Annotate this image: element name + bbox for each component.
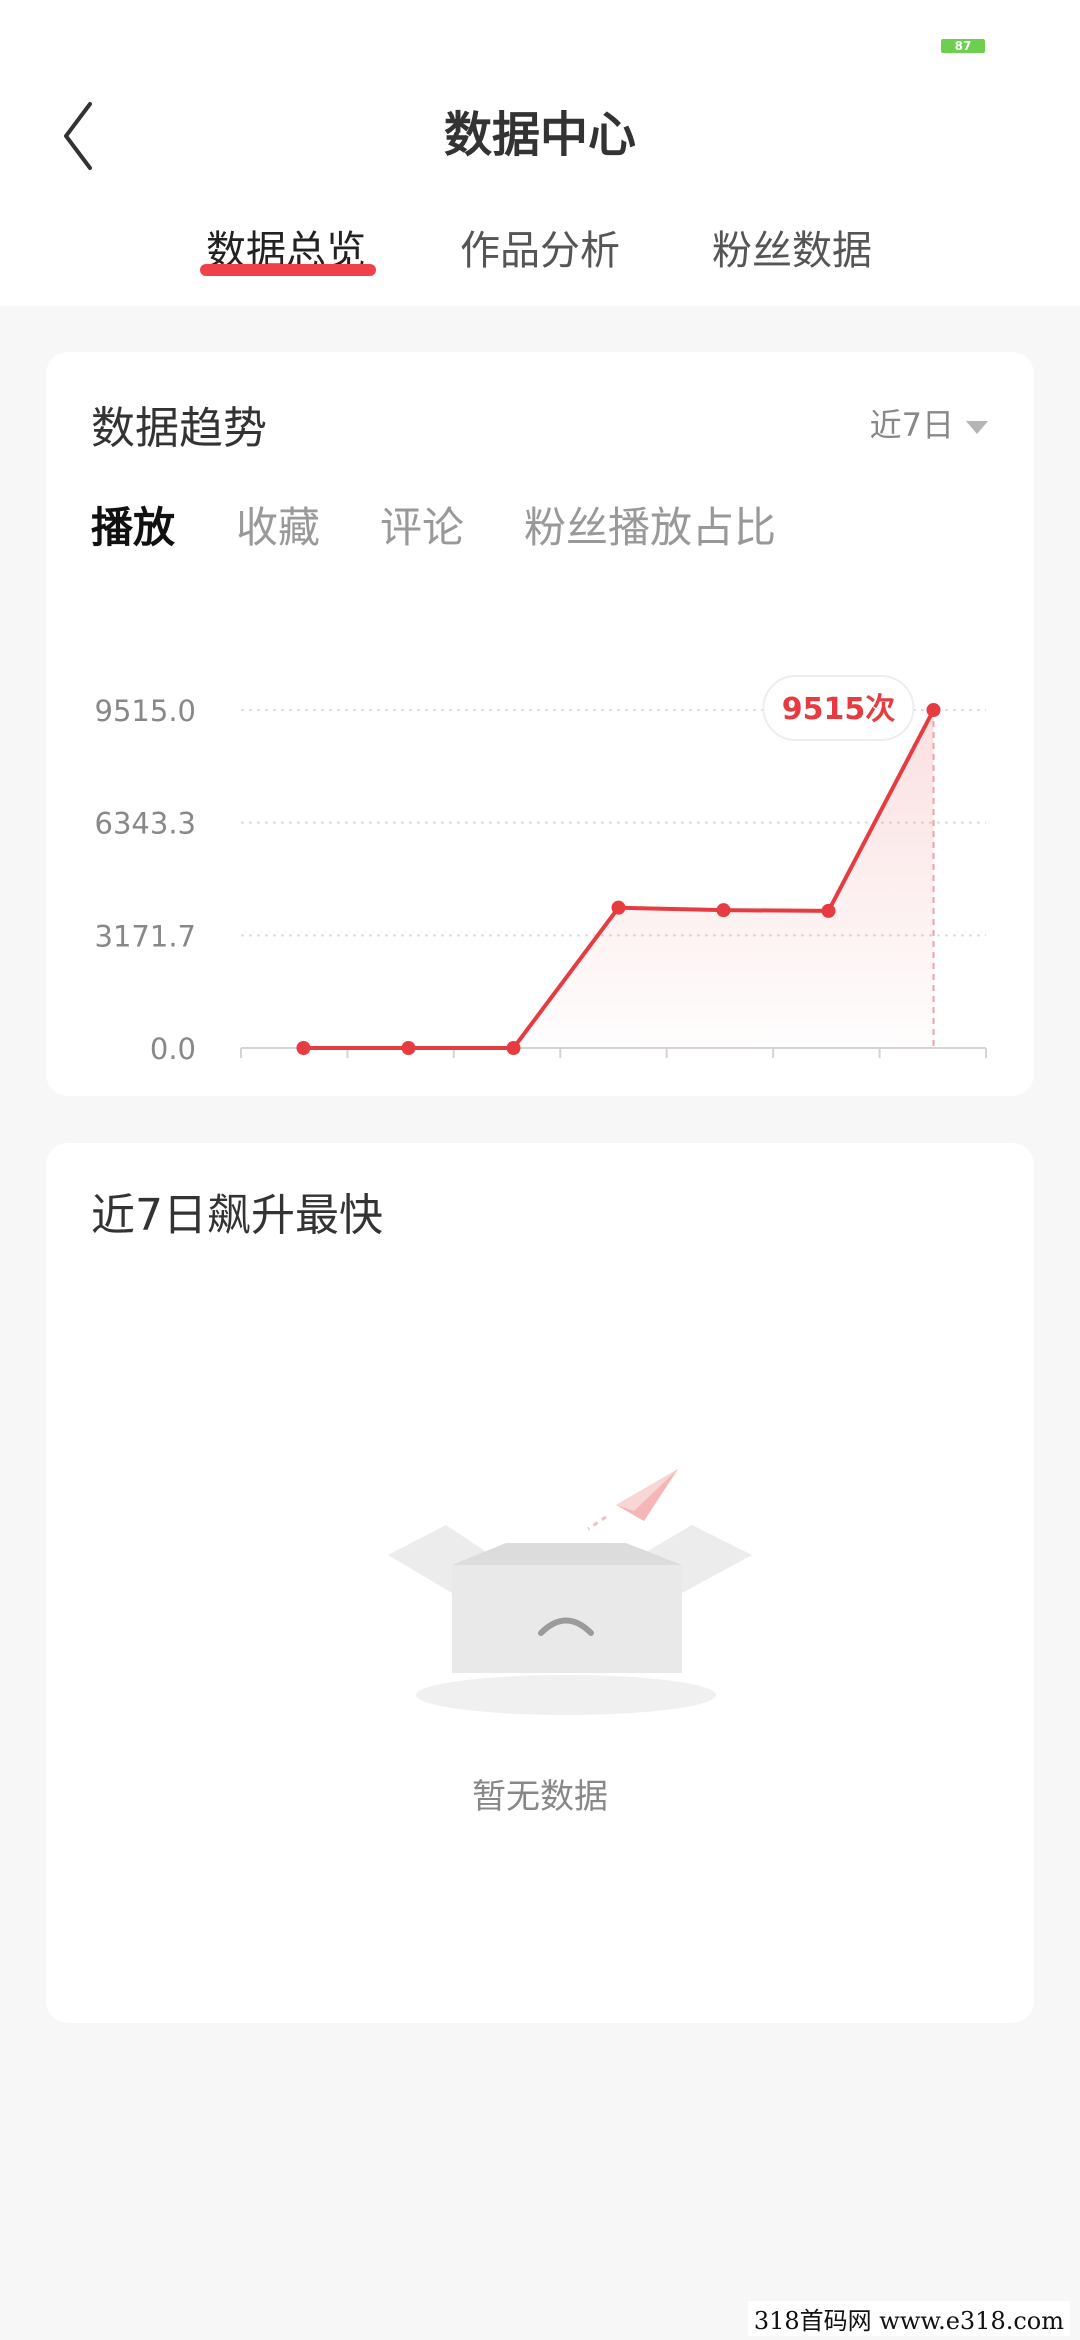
main-tabs: 数据总览 作品分析 粉丝数据 bbox=[0, 218, 1080, 288]
data-point bbox=[926, 703, 941, 717]
dropdown-caret-icon bbox=[966, 420, 988, 434]
top-bar: 87 数据中心 数据总览 作品分析 粉丝数据 bbox=[0, 0, 1080, 306]
metric-tab-comments[interactable]: 评论 bbox=[380, 494, 464, 555]
data-point bbox=[611, 900, 626, 915]
trend-card-title: 数据趋势 bbox=[91, 403, 267, 454]
data-point bbox=[506, 1041, 521, 1055]
page-title: 数据中心 bbox=[443, 107, 636, 163]
data-point bbox=[821, 903, 836, 918]
battery-indicator: 87 bbox=[941, 39, 985, 53]
active-tab-indicator bbox=[200, 264, 376, 276]
y-tick-label: 3171.7 bbox=[95, 919, 196, 953]
data-trend-card: 数据趋势 近7日 播放 收藏 评论 粉丝播放占比 9515.0 6343.3 317… bbox=[46, 352, 1034, 1096]
y-tick-label: 6343.3 bbox=[95, 807, 196, 841]
rising-card-title: 近7日飙升最快 bbox=[91, 1190, 383, 1241]
empty-state-text: 暂无数据 bbox=[472, 1777, 608, 1817]
empty-box-icon bbox=[388, 1469, 752, 1715]
date-range-label: 近7日 bbox=[869, 406, 954, 444]
data-point bbox=[716, 903, 731, 918]
date-range-select[interactable]: 近7日 bbox=[870, 400, 988, 446]
y-tick-label: 0.0 bbox=[150, 1032, 196, 1062]
tooltip-value: 9515次 bbox=[782, 692, 896, 727]
metric-tab-fan-play-ratio[interactable]: 粉丝播放占比 bbox=[524, 494, 776, 555]
tab-fans-data[interactable]: 粉丝数据 bbox=[712, 218, 872, 276]
fastest-rising-card: 近7日飙升最快 暂无数据 bbox=[46, 1143, 1034, 2023]
metric-tab-favorites[interactable]: 收藏 bbox=[236, 494, 320, 555]
y-tick-label: 9515.0 bbox=[95, 694, 196, 728]
watermark: 318首码网 www.e318.com bbox=[747, 2301, 1070, 2336]
series-area bbox=[303, 710, 934, 1048]
data-point bbox=[401, 1041, 416, 1055]
tab-works-analysis[interactable]: 作品分析 bbox=[460, 218, 620, 276]
trend-line-chart: 9515.06343.33171.70.08.038.048.058.068.0… bbox=[95, 675, 987, 1062]
data-point bbox=[296, 1041, 311, 1055]
metric-tab-plays[interactable]: 播放 bbox=[91, 494, 175, 555]
